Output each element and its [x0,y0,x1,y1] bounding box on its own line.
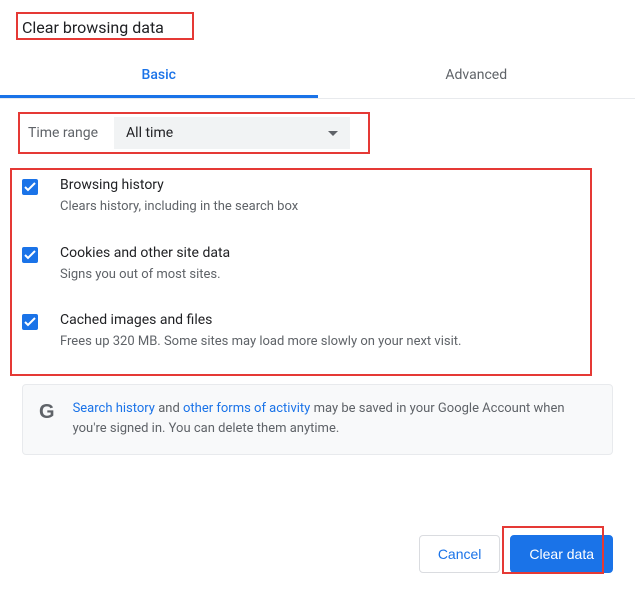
option-title: Cached images and files [60,312,461,328]
time-range-select[interactable]: All time [114,117,350,149]
options-list: Browsing history Clears history, includi… [0,159,635,366]
other-activity-link[interactable]: other forms of activity [183,401,310,416]
chevron-down-icon [328,125,338,141]
option-title: Browsing history [60,177,298,193]
tabs: Basic Advanced [0,55,635,99]
time-range-value: All time [126,125,173,141]
option-row: Cached images and files Frees up 320 MB.… [22,298,613,366]
checkbox-browsing-history[interactable] [22,179,38,195]
clear-data-button[interactable]: Clear data [510,535,613,573]
option-subtitle: Signs you out of most sites. [60,265,230,285]
cancel-button[interactable]: Cancel [419,535,501,573]
option-subtitle: Frees up 320 MB. Some sites may load mor… [60,332,461,352]
tab-basic[interactable]: Basic [0,55,318,98]
checkbox-cache[interactable] [22,314,38,330]
time-range-label: Time range [28,125,98,141]
notice-text: Search history and other forms of activi… [73,399,596,441]
time-range-row: Time range All time [0,99,635,159]
dialog-footer: Cancel Clear data [419,535,613,573]
option-row: Browsing history Clears history, includi… [22,163,613,231]
notice-text-part: and [155,401,183,416]
checkbox-cookies[interactable] [22,247,38,263]
tab-advanced[interactable]: Advanced [318,55,635,98]
dialog-title: Clear browsing data [0,0,186,47]
option-subtitle: Clears history, including in the search … [60,197,298,217]
option-title: Cookies and other site data [60,245,230,261]
search-history-link[interactable]: Search history [73,401,155,416]
option-row: Cookies and other site data Signs you ou… [22,231,613,299]
google-icon: G [39,401,55,424]
google-notice: G Search history and other forms of acti… [22,384,613,456]
